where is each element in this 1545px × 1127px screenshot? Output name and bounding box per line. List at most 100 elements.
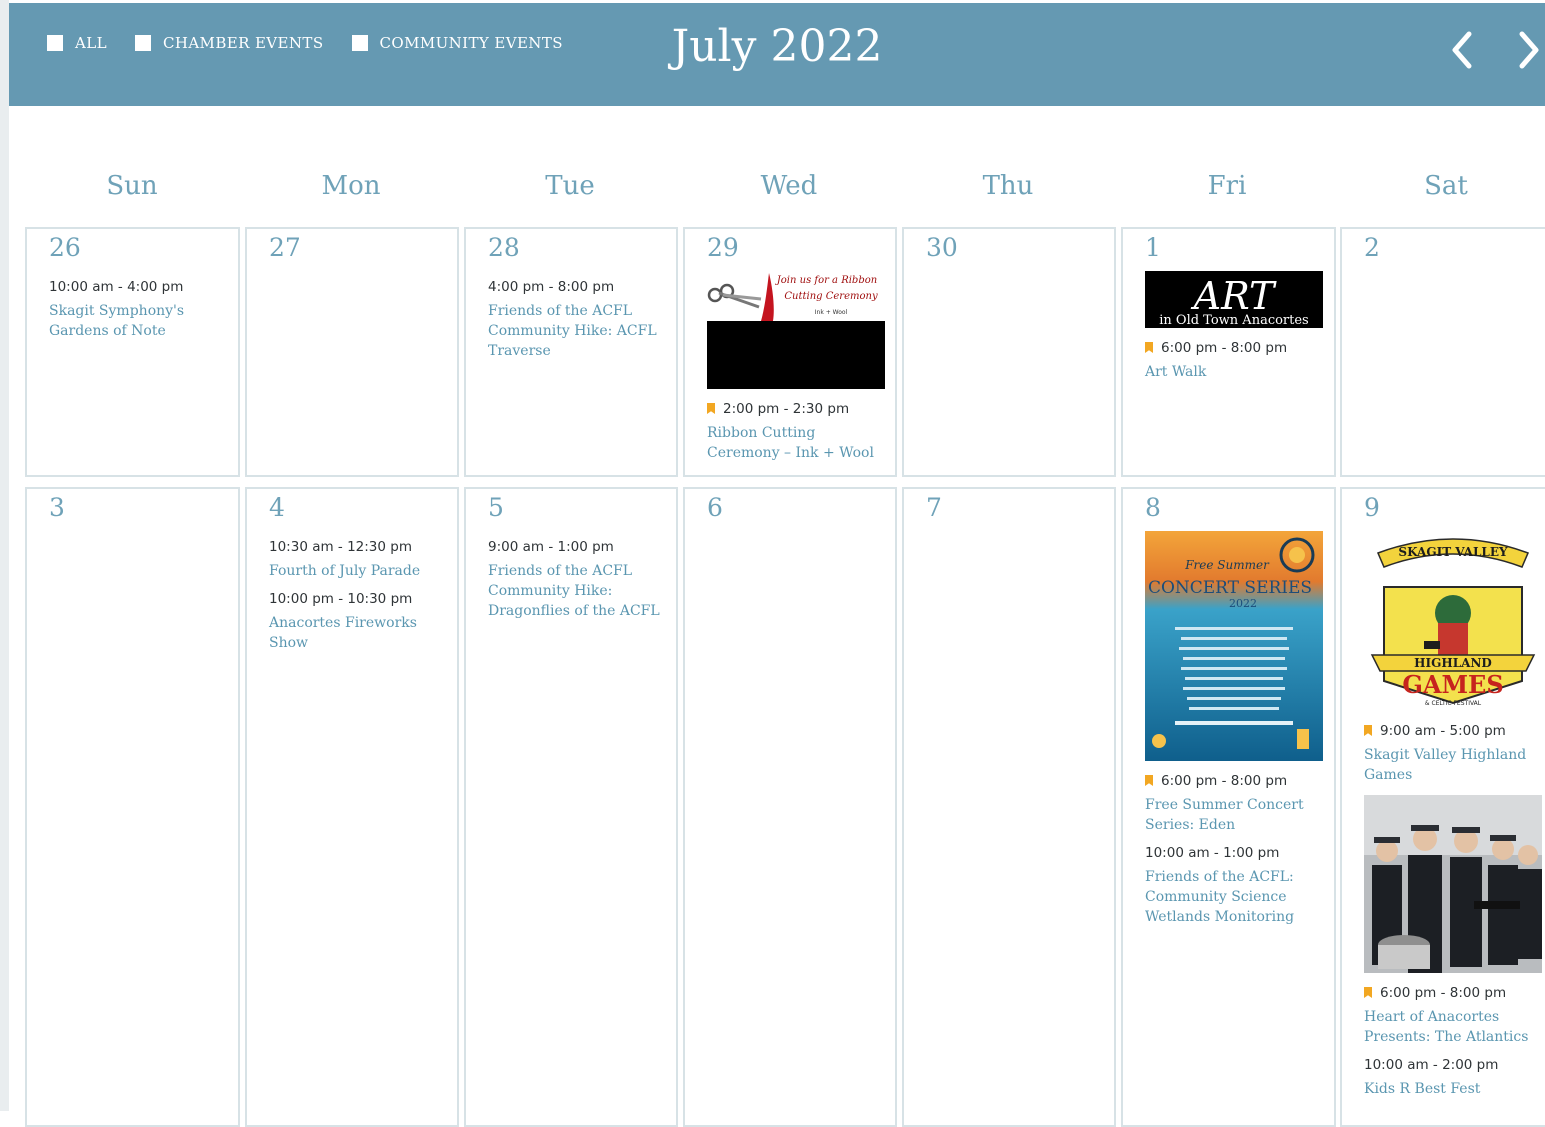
svg-text:Free Summer: Free Summer [1184, 558, 1270, 572]
event-time: 10:00 am - 4:00 pm [49, 279, 184, 295]
event-item[interactable]: 2:00 pm - 2:30 pm Ribbon Cutting Ceremon… [707, 401, 887, 463]
event-list: Join us for a Ribbon Cutting Ceremony In… [707, 269, 887, 473]
event-time: 6:00 pm - 8:00 pm [1145, 773, 1326, 789]
day-cell-jul-5[interactable]: 5 9:00 am - 1:00 pm Friends of the ACFL … [464, 487, 678, 1127]
day-number: 6 [707, 493, 723, 522]
svg-text:& CELTIC FESTIVAL: & CELTIC FESTIVAL [1425, 700, 1482, 707]
weekday-fri: Fri [1207, 171, 1247, 201]
event-time: 9:00 am - 5:00 pm [1364, 723, 1540, 739]
event-title-link[interactable]: Art Walk [1145, 362, 1326, 382]
day-cell-jun-29[interactable]: 29 Join us for a Ribbon Cutting Ceremony… [683, 227, 897, 477]
ribbon-cutting-image[interactable]: Join us for a Ribbon Cutting Ceremony In… [707, 269, 885, 389]
event-title-link[interactable]: Free Summer Concert Series: Eden [1145, 795, 1326, 835]
svg-text:CONCERT SERIES: CONCERT SERIES [1148, 578, 1312, 598]
day-cell-jul-3[interactable]: 3 [25, 487, 240, 1127]
chevron-left-icon [1452, 31, 1472, 69]
event-list: 4:00 pm - 8:00 pm Friends of the ACFL Co… [488, 279, 668, 371]
weekday-wed: Wed [760, 171, 818, 201]
event-title-link[interactable]: Skagit Symphony's Gardens of Note [49, 301, 230, 341]
day-cell-jun-26[interactable]: 26 10:00 am - 4:00 pm Skagit Symphony's … [25, 227, 240, 477]
calendar-header: ALL CHAMBER EVENTS COMMUNITY EVENTS July… [9, 3, 1545, 106]
event-time: 10:00 am - 2:00 pm [1364, 1057, 1499, 1073]
event-title-link[interactable]: Ribbon Cutting Ceremony – Ink + Wool [707, 423, 887, 463]
event-time: 10:00 pm - 10:30 pm [269, 591, 413, 607]
svg-text:GAMES: GAMES [1402, 670, 1503, 699]
event-time: 2:00 pm - 2:30 pm [707, 401, 887, 417]
weekday-thu: Thu [982, 171, 1034, 201]
day-number: 30 [926, 233, 958, 262]
day-number: 9 [1364, 493, 1380, 522]
chevron-right-icon [1519, 31, 1539, 69]
svg-text:Join us for a Ribbon: Join us for a Ribbon [775, 275, 877, 286]
event-item[interactable]: 6:00 pm - 8:00 pm Art Walk [1145, 340, 1326, 382]
event-item[interactable]: 10:00 am - 1:00 pm Friends of the ACFL: … [1145, 845, 1326, 927]
event-item[interactable]: 6:00 pm - 8:00 pm Heart of Anacortes Pre… [1364, 985, 1540, 1047]
weekday-header-row: Sun Mon Tue Wed Thu Fri Sat [25, 171, 1545, 207]
event-title-link[interactable]: Kids R Best Fest [1364, 1079, 1540, 1099]
svg-text:in Old Town Anacortes: in Old Town Anacortes [1159, 313, 1308, 328]
event-time: 6:00 pm - 8:00 pm [1364, 985, 1540, 1001]
day-cell-jun-28[interactable]: 28 4:00 pm - 8:00 pm Friends of the ACFL… [464, 227, 678, 477]
event-list: 9:00 am - 1:00 pm Friends of the ACFL Co… [488, 539, 668, 631]
day-cell-jul-8[interactable]: 8 Free Summer CONCERT SERIES 2022 6:00 p… [1121, 487, 1336, 1127]
svg-text:Cutting Ceremony: Cutting Ceremony [784, 291, 878, 302]
svg-text:Ink + Wool: Ink + Wool [815, 309, 848, 316]
event-list: ART in Old Town Anacortes 6:00 pm - 8:00… [1145, 271, 1326, 392]
event-title-link[interactable]: Fourth of July Parade [269, 561, 449, 581]
event-title-link[interactable]: Anacortes Fireworks Show [269, 613, 449, 653]
event-item[interactable]: 10:00 am - 2:00 pm Kids R Best Fest [1364, 1057, 1540, 1099]
event-title-link[interactable]: Friends of the ACFL Community Hike: Drag… [488, 561, 668, 621]
event-title-link[interactable]: Friends of the ACFL: Community Science W… [1145, 867, 1326, 927]
weekday-sat: Sat [1424, 171, 1468, 201]
day-cell-jul-4[interactable]: 4 10:30 am - 12:30 pm Fourth of July Par… [245, 487, 459, 1127]
chamber-flag-icon [707, 403, 715, 414]
event-item[interactable]: 4:00 pm - 8:00 pm Friends of the ACFL Co… [488, 279, 668, 361]
day-number: 7 [926, 493, 942, 522]
event-time: 10:30 am - 12:30 pm [269, 539, 412, 555]
event-list: SKAGIT VALLEY HIGHLAND GAMES & CELTIC FE… [1364, 531, 1542, 1109]
day-cell-jul-7[interactable]: 7 [902, 487, 1116, 1127]
day-cell-jul-2[interactable]: 2 [1340, 227, 1545, 477]
event-item[interactable]: 10:30 am - 12:30 pm Fourth of July Parad… [269, 539, 449, 581]
event-title-link[interactable]: Skagit Valley Highland Games [1364, 745, 1540, 785]
svg-text:2022: 2022 [1229, 597, 1257, 610]
chamber-flag-icon [1145, 775, 1153, 786]
event-item[interactable]: 10:00 pm - 10:30 pm Anacortes Fireworks … [269, 591, 449, 653]
event-time: 9:00 am - 1:00 pm [488, 539, 614, 555]
day-number: 8 [1145, 493, 1161, 522]
next-month-button[interactable] [1514, 30, 1542, 70]
event-time: 10:00 am - 1:00 pm [1145, 845, 1280, 861]
day-cell-jul-1[interactable]: 1 ART in Old Town Anacortes 6:00 pm - 8:… [1121, 227, 1336, 477]
event-item[interactable]: 9:00 am - 5:00 pm Skagit Valley Highland… [1364, 723, 1540, 785]
weekday-sun: Sun [106, 171, 158, 201]
event-title-link[interactable]: Friends of the ACFL Community Hike: ACFL… [488, 301, 668, 361]
day-cell-jun-30[interactable]: 30 [902, 227, 1116, 477]
prev-month-button[interactable] [1449, 30, 1477, 70]
day-number: 3 [49, 493, 65, 522]
event-time: 6:00 pm - 8:00 pm [1145, 340, 1326, 356]
art-walk-logo-image[interactable]: ART in Old Town Anacortes [1145, 271, 1323, 328]
concert-series-poster-image[interactable]: Free Summer CONCERT SERIES 2022 [1145, 531, 1323, 761]
event-item[interactable]: 6:00 pm - 8:00 pm Free Summer Concert Se… [1145, 773, 1326, 835]
svg-text:ART: ART [1191, 274, 1277, 318]
day-cell-jul-6[interactable]: 6 [683, 487, 897, 1127]
day-cell-jul-9[interactable]: 9 SKAGIT VALLEY HIGHLAND GAMES & CELTIC … [1340, 487, 1545, 1127]
day-number: 28 [488, 233, 520, 262]
day-number: 4 [269, 493, 285, 522]
svg-text:HIGHLAND: HIGHLAND [1414, 656, 1492, 670]
weekday-mon: Mon [321, 171, 381, 201]
day-number: 29 [707, 233, 739, 262]
event-list: 10:30 am - 12:30 pm Fourth of July Parad… [269, 539, 449, 663]
highland-games-logo-image[interactable]: SKAGIT VALLEY HIGHLAND GAMES & CELTIC FE… [1364, 531, 1542, 711]
the-atlantics-band-photo[interactable] [1364, 795, 1542, 973]
day-number: 1 [1145, 233, 1161, 262]
chamber-flag-icon [1145, 342, 1153, 353]
event-item[interactable]: 9:00 am - 1:00 pm Friends of the ACFL Co… [488, 539, 668, 621]
event-title-link[interactable]: Heart of Anacortes Presents: The Atlanti… [1364, 1007, 1540, 1047]
weekday-tue: Tue [545, 171, 595, 201]
day-number: 27 [269, 233, 301, 262]
day-cell-jun-27[interactable]: 27 [245, 227, 459, 477]
left-edge-strip [0, 0, 9, 1111]
event-item[interactable]: 10:00 am - 4:00 pm Skagit Symphony's Gar… [49, 279, 230, 341]
svg-text:SKAGIT VALLEY: SKAGIT VALLEY [1398, 545, 1508, 559]
